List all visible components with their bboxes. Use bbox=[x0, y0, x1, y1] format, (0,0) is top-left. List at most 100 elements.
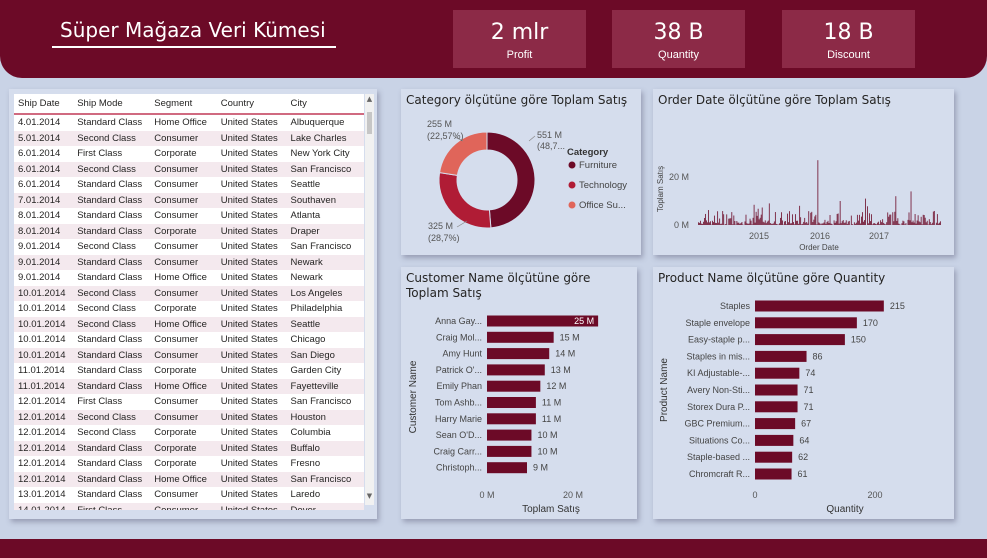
table-row[interactable]: 6.01.2014 Standard Class Consumer United St… bbox=[14, 177, 364, 193]
kpi-card-profit[interactable]: 2 mlr Profit bbox=[453, 10, 586, 68]
bar[interactable] bbox=[755, 434, 794, 446]
donut-slice[interactable] bbox=[438, 172, 492, 229]
table-row[interactable]: 12.01.2014 Standard Class Corporate United … bbox=[14, 440, 364, 456]
scrollbar-thumb[interactable] bbox=[367, 112, 372, 134]
bar[interactable] bbox=[487, 429, 532, 441]
legend-item[interactable]: Office Su... bbox=[579, 200, 626, 211]
bar[interactable] bbox=[487, 445, 532, 457]
table-row[interactable]: 10.01.2014 Standard Class Consumer United S… bbox=[14, 332, 364, 348]
table-cell: United States bbox=[216, 285, 287, 301]
scroll-up-icon[interactable]: ▲ bbox=[365, 95, 374, 103]
table-row[interactable]: 11.01.2014 Standard Class Home Office Unite… bbox=[14, 378, 364, 394]
category-label: Situations Co... bbox=[689, 435, 750, 445]
table-row[interactable]: 9.01.2014 Standard Class Consumer United St… bbox=[14, 254, 364, 270]
series-bar bbox=[876, 224, 877, 225]
series-bar bbox=[811, 211, 813, 225]
table-row[interactable]: 12.01.2014 Standard Class Corporate United … bbox=[14, 456, 364, 472]
table-row[interactable]: 10.01.2014 Standard Class Consumer United S… bbox=[14, 347, 364, 363]
time-series-bars[interactable] bbox=[698, 160, 941, 225]
series-bar bbox=[895, 196, 897, 225]
table-row[interactable]: 5.01.2014 Second Class Consumer United Stat… bbox=[14, 130, 364, 146]
dashboard-title: Süper Mağaza Veri Kümesi bbox=[60, 18, 326, 42]
bar[interactable] bbox=[755, 401, 798, 413]
table-row[interactable]: 10.01.2014 Second Class Consumer United Sta… bbox=[14, 285, 364, 301]
table-row[interactable]: 9.01.2014 Standard Class Home Office United… bbox=[14, 270, 364, 286]
table-row[interactable]: 12.01.2014 Second Class Corporate United St… bbox=[14, 425, 364, 441]
bar[interactable] bbox=[755, 334, 845, 346]
bar[interactable] bbox=[487, 397, 536, 408]
bar[interactable] bbox=[487, 331, 554, 343]
header-bar: Süper Mağaza Veri Kümesi 2 mlr Profit 38… bbox=[0, 0, 987, 78]
series-bar bbox=[726, 214, 728, 225]
table-cell: 12.01.2014 bbox=[18, 427, 66, 439]
order-date-bar-chart[interactable]: 0 M20 MToplam Satış2015 2016 2017Order Dat… bbox=[653, 89, 954, 255]
bar[interactable] bbox=[755, 367, 800, 379]
bar[interactable] bbox=[755, 350, 807, 362]
customer-bar-chart[interactable]: Anna Gay... 25 M Craig Mol... 15 M Amy Hunt 1… bbox=[401, 267, 637, 519]
table-row[interactable]: 12.01.2014 Standard Class Home Office Unite… bbox=[14, 471, 364, 487]
table-scrollbar[interactable]: ▲ ▼ bbox=[365, 94, 374, 505]
bar[interactable] bbox=[487, 413, 536, 425]
table-row[interactable]: 12.01.2014 Second Class Consumer United Sta… bbox=[14, 409, 364, 425]
bar[interactable] bbox=[755, 451, 793, 463]
x-tick-label: 2017 bbox=[869, 231, 889, 241]
column-header[interactable]: Ship Date bbox=[14, 94, 74, 115]
category-label: Sean O'D... bbox=[436, 430, 482, 440]
data-table-container[interactable]: Ship Date Ship Mode Segment Country City 4.0… bbox=[14, 94, 364, 510]
data-label: 11 M bbox=[542, 414, 561, 424]
column-header[interactable]: City bbox=[286, 94, 364, 115]
table-row[interactable]: 8.01.2014 Standard Class Corporate United S… bbox=[14, 223, 364, 239]
table-row[interactable]: 4.01.2014 Standard Class Home Office United… bbox=[14, 114, 364, 131]
series-bar bbox=[749, 218, 751, 225]
series-bar bbox=[919, 222, 921, 225]
table-row[interactable]: 14.01.2014First ClassConsumerUnited Stat… bbox=[14, 502, 364, 510]
kpi-card-discount[interactable]: 18 B Discount bbox=[782, 10, 915, 68]
table-cell: Home Office bbox=[154, 272, 207, 284]
bar[interactable] bbox=[755, 300, 884, 312]
donut-slice[interactable] bbox=[486, 131, 536, 229]
product-bar-chart[interactable]: Staples 215 Staple envelope 170 Easy-staple … bbox=[653, 267, 954, 519]
bar[interactable] bbox=[487, 380, 541, 392]
legend-marker[interactable] bbox=[568, 201, 576, 209]
table-cell: Standard Class bbox=[77, 334, 143, 346]
bar[interactable] bbox=[755, 317, 857, 329]
series-bar bbox=[819, 223, 821, 225]
legend-marker[interactable] bbox=[568, 161, 576, 169]
table-cell: United States bbox=[220, 241, 278, 253]
bar[interactable] bbox=[755, 384, 798, 396]
table-row[interactable]: 11.01.2014 Standard Class Corporate United … bbox=[14, 363, 364, 379]
table-row[interactable]: 9.01.2014 Second Class Consumer United Stat… bbox=[14, 239, 364, 255]
table-row[interactable]: 8.01.2014 Standard Class Consumer United St… bbox=[14, 208, 364, 224]
table-cell: First Class bbox=[77, 148, 123, 160]
table-row[interactable]: 6.01.2014 First Class Corporate United Stat… bbox=[14, 146, 364, 162]
bar[interactable] bbox=[755, 468, 792, 480]
column-header[interactable]: Country bbox=[216, 94, 287, 115]
legend-marker[interactable] bbox=[568, 181, 576, 189]
bar[interactable] bbox=[755, 418, 796, 430]
series-bar bbox=[730, 218, 732, 225]
column-header[interactable]: Ship Mode bbox=[73, 94, 151, 115]
series-bar bbox=[870, 221, 871, 225]
table-row[interactable]: 12.01.2014 First Class Consumer United Stat… bbox=[14, 394, 364, 410]
table-cell: Consumer bbox=[154, 396, 199, 408]
series-bar bbox=[917, 215, 919, 225]
table-row[interactable]: 10.01.2014 Second Class Home Office United … bbox=[14, 316, 364, 332]
table-row[interactable]: 10.01.2014 Second Class Corporate United St… bbox=[14, 301, 364, 317]
series-bar bbox=[799, 205, 801, 225]
bar[interactable] bbox=[487, 364, 545, 376]
data-label: 11 M bbox=[542, 398, 561, 408]
data-label: 170 bbox=[863, 318, 878, 328]
bar[interactable] bbox=[487, 462, 527, 474]
scroll-down-icon[interactable]: ▼ bbox=[365, 492, 374, 500]
column-header[interactable]: Segment bbox=[150, 94, 217, 115]
category-donut-chart[interactable]: 551 M(48,7...325 M(28,7%)255 M(22,57%)Ca… bbox=[401, 89, 641, 255]
bar[interactable] bbox=[487, 348, 550, 360]
legend-item[interactable]: Technology bbox=[579, 180, 627, 191]
table-row[interactable]: 6.01.2014 Second Class Consumer United Stat… bbox=[14, 161, 364, 177]
kpi-card-quantity[interactable]: 38 B Quantity bbox=[612, 10, 745, 68]
table-cell: 6.01.2014 bbox=[18, 179, 61, 191]
table-row[interactable]: 7.01.2014 Standard Class Consumer United St… bbox=[14, 192, 364, 208]
table-row[interactable]: 13.01.2014 Standard Class Consumer United S… bbox=[14, 487, 364, 503]
legend-item[interactable]: Furniture bbox=[579, 160, 617, 171]
series-bar bbox=[752, 217, 754, 225]
